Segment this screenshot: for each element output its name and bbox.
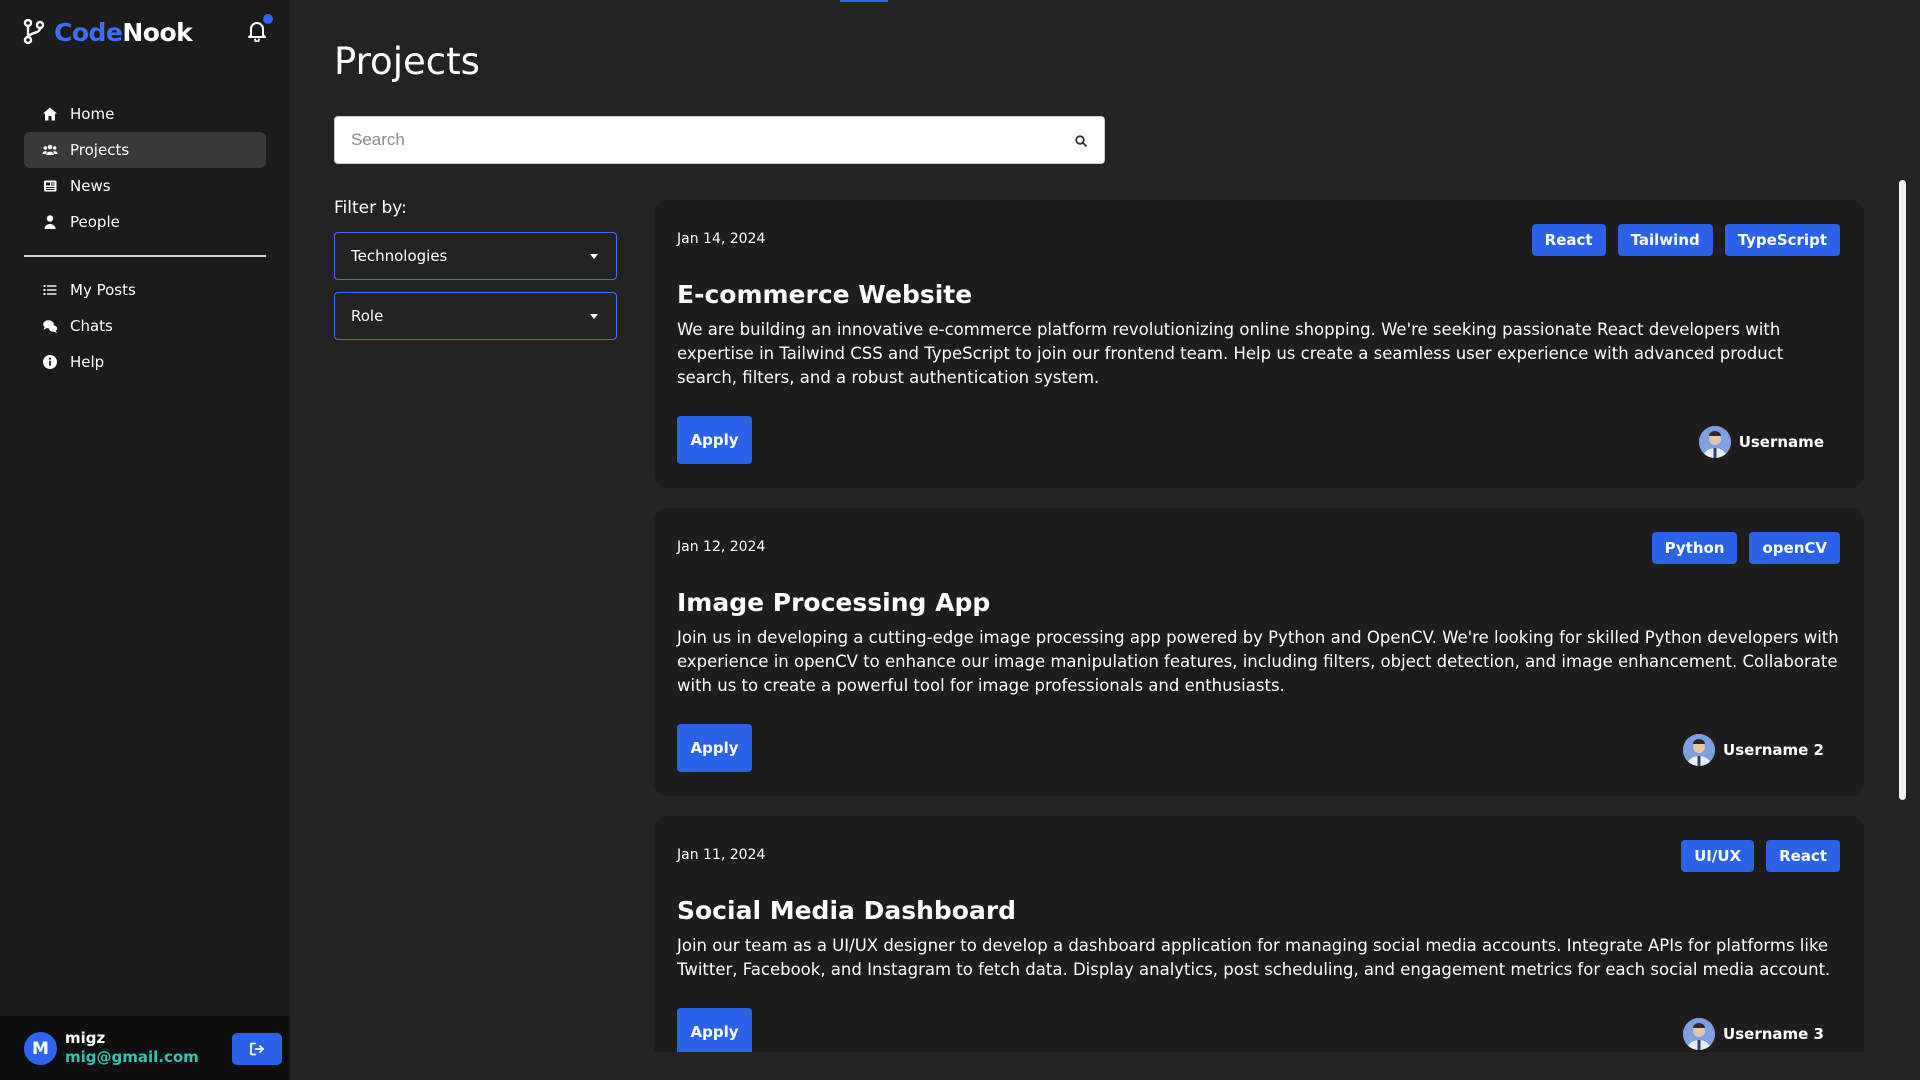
user-profile-bar: M migz mig@gmail.com: [0, 1016, 290, 1080]
sidebar-item-label: Home: [70, 105, 115, 123]
sidebar-item-my-posts[interactable]: My Posts: [24, 272, 266, 308]
author[interactable]: Username 3: [1683, 1018, 1824, 1050]
tag-list: UI/UX React: [1681, 840, 1840, 872]
project-date: Jan 11, 2024: [677, 847, 766, 863]
user-name: migz: [65, 1029, 106, 1047]
secondary-nav: My Posts Chats Help: [24, 272, 266, 380]
search-input[interactable]: [351, 130, 1051, 150]
user-email: mig@gmail.com: [65, 1048, 199, 1066]
tag-list: React Tailwind TypeScript: [1531, 224, 1840, 256]
project-card: Jan 12, 2024 Python openCV Image Process…: [654, 508, 1864, 796]
project-list: Jan 14, 2024 React Tailwind TypeScript E…: [654, 200, 1864, 1052]
apply-button[interactable]: Apply: [677, 416, 752, 464]
role-dropdown-value: Role: [351, 307, 384, 325]
tag-list: Python openCV: [1651, 532, 1840, 564]
apply-button[interactable]: Apply: [677, 724, 752, 772]
tag-badge[interactable]: React: [1531, 224, 1606, 256]
author[interactable]: Username 2: [1683, 734, 1824, 766]
search-icon[interactable]: [1074, 134, 1088, 148]
brand-name-nook: Nook: [122, 17, 193, 47]
sidebar-item-label: Chats: [70, 317, 113, 335]
author-name: Username: [1738, 433, 1824, 451]
main-nav: Home Projects News People: [24, 96, 266, 240]
project-title: Image Processing App: [677, 588, 991, 617]
sidebar-item-label: My Posts: [70, 281, 136, 299]
project-card: Jan 14, 2024 React Tailwind TypeScript E…: [654, 200, 1864, 488]
git-branch-icon: [22, 18, 48, 46]
home-icon: [43, 107, 57, 121]
avatar: [1683, 734, 1716, 766]
top-tab-indicator: [840, 0, 888, 2]
apply-button[interactable]: Apply: [677, 1008, 752, 1052]
newspaper-icon: [44, 180, 57, 192]
author[interactable]: Username: [1698, 426, 1824, 458]
tag-badge[interactable]: openCV: [1749, 532, 1840, 564]
caret-down-icon: [590, 254, 598, 259]
sidebar-item-news[interactable]: News: [24, 168, 266, 204]
sidebar-item-help[interactable]: Help: [24, 344, 266, 380]
sidebar-item-label: People: [70, 213, 120, 231]
brand-name-code: Code: [54, 17, 123, 47]
avatar[interactable]: M: [24, 1032, 57, 1065]
project-description: We are building an innovative e-commerce…: [677, 320, 1784, 387]
project-date: Jan 14, 2024: [677, 231, 766, 247]
notification-badge: [263, 14, 273, 24]
sidebar-item-label: Help: [70, 353, 105, 371]
brand-logo[interactable]: CodeNook: [22, 16, 193, 48]
author-name: Username 3: [1723, 1025, 1824, 1043]
notification-bell-icon[interactable]: [245, 14, 273, 44]
avatar: [1683, 1018, 1716, 1050]
sidebar-item-chats[interactable]: Chats: [24, 308, 266, 344]
technologies-dropdown-value: Technologies: [351, 247, 448, 265]
project-date: Jan 12, 2024: [677, 539, 766, 555]
project-card: Jan 11, 2024 UI/UX React Social Media Da…: [654, 816, 1864, 1052]
person-icon: [44, 215, 56, 229]
project-description: Join our team as a UI/UX designer to dev…: [677, 936, 1831, 979]
sidebar-item-people[interactable]: People: [24, 204, 266, 240]
technologies-dropdown[interactable]: Technologies: [334, 232, 617, 280]
project-description: Join us in developing a cutting-edge ima…: [677, 628, 1839, 695]
sidebar-divider: [24, 255, 266, 257]
caret-down-icon: [590, 314, 598, 319]
chat-icon: [43, 320, 58, 333]
role-dropdown[interactable]: Role: [334, 292, 617, 340]
search-box: [334, 116, 1105, 164]
sidebar-item-label: Projects: [70, 141, 130, 159]
tag-badge[interactable]: TypeScript: [1724, 224, 1840, 256]
list-icon: [43, 285, 57, 295]
sidebar-item-home[interactable]: Home: [24, 96, 266, 132]
sidebar-item-label: News: [70, 177, 111, 195]
project-title: Social Media Dashboard: [677, 896, 1017, 925]
tag-badge[interactable]: Tailwind: [1617, 224, 1713, 256]
brand-name: CodeNook: [54, 17, 193, 47]
sidebar-item-projects[interactable]: Projects: [24, 132, 266, 168]
project-title: E-commerce Website: [677, 280, 973, 309]
info-icon: [43, 355, 57, 369]
logout-icon: [250, 1042, 264, 1056]
tag-badge[interactable]: React: [1766, 840, 1840, 872]
filter-label: Filter by:: [334, 198, 407, 218]
author-name: Username 2: [1723, 741, 1824, 759]
tag-badge[interactable]: Python: [1651, 532, 1738, 564]
logout-button[interactable]: [232, 1033, 282, 1065]
tag-badge[interactable]: UI/UX: [1681, 840, 1755, 872]
scrollbar[interactable]: [1899, 180, 1906, 800]
page-title: Projects: [334, 40, 480, 83]
sidebar: CodeNook Home Projects News People My Po…: [0, 0, 290, 1080]
avatar: [1698, 426, 1731, 458]
users-icon: [42, 144, 58, 155]
